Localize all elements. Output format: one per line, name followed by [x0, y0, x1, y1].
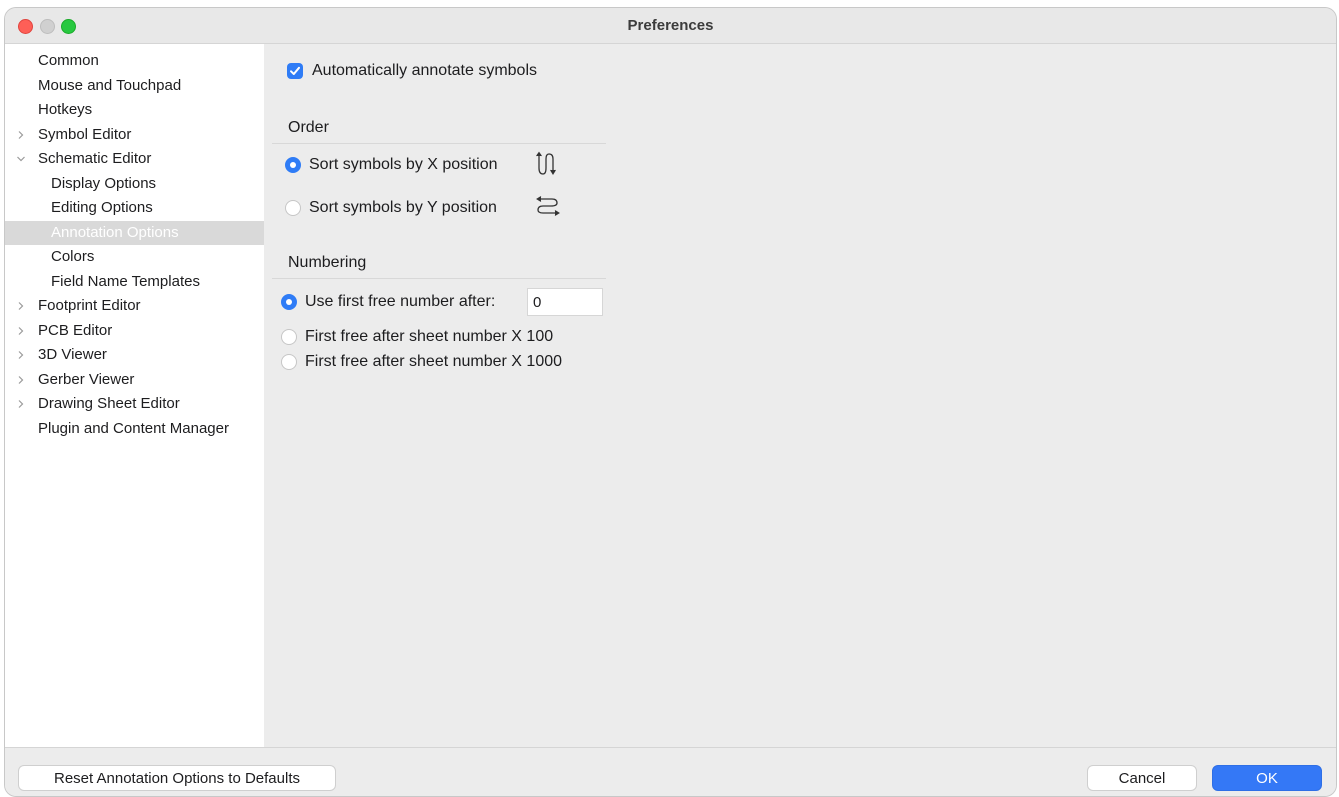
sidebar-item-mouse-and-touchpad[interactable]: Mouse and Touchpad [5, 74, 264, 98]
sheet-x100-label: First free after sheet number X 100 [305, 328, 554, 345]
auto-annotate-checkbox[interactable] [287, 63, 303, 79]
checkmark-icon [290, 66, 300, 75]
sidebar-item-label: Drawing Sheet Editor [38, 395, 180, 412]
order-section-title: Order [288, 119, 329, 136]
auto-annotate-label: Automatically annotate symbols [312, 62, 537, 79]
sidebar-item-drawing-sheet-editor[interactable]: Drawing Sheet Editor [5, 392, 264, 416]
title-bar[interactable]: Preferences [5, 8, 1336, 44]
sidebar-item-label: Schematic Editor [38, 150, 152, 167]
sidebar-item-label: Symbol Editor [38, 125, 132, 143]
sort-by-y-label: Sort symbols by Y position [309, 199, 497, 216]
sidebar-item-field-name-templates[interactable]: Field Name Templates [5, 270, 264, 294]
order-divider [272, 143, 606, 144]
first-free-after-radio[interactable] [281, 294, 297, 310]
reset-defaults-button[interactable]: Reset Annotation Options to Defaults [18, 765, 336, 791]
sidebar-item-colors[interactable]: Colors [5, 245, 264, 269]
sidebar-item-label: Annotation Options [51, 223, 179, 241]
dialog-button-bar: Reset Annotation Options to Defaults Can… [5, 747, 1336, 796]
sort-by-x-label: Sort symbols by X position [309, 156, 498, 173]
first-free-after-label: Use first free number after: [305, 293, 496, 310]
sidebar-item-label: Colors [51, 248, 95, 265]
sidebar-item-label: Display Options [51, 174, 157, 192]
sidebar-item-label: 3D Viewer [38, 346, 107, 363]
sidebar-item-gerber-viewer[interactable]: Gerber Viewer [5, 368, 264, 392]
sidebar-item-label: Footprint Editor [38, 297, 141, 314]
sidebar-item-label: Gerber Viewer [38, 370, 135, 388]
start-number-input[interactable] [527, 288, 603, 316]
sort-y-arrows-icon [536, 196, 560, 216]
ok-button[interactable]: OK [1212, 765, 1322, 791]
sidebar-item-display-options[interactable]: Display Options [5, 172, 264, 196]
sort-by-y-radio[interactable] [285, 200, 301, 216]
sidebar-item-common[interactable]: Common [5, 49, 264, 73]
sort-x-arrows-icon [536, 151, 556, 175]
sidebar-item-pcb-editor[interactable]: PCB Editor [5, 319, 264, 343]
preferences-tree[interactable]: Common Mouse and Touchpad Hotkeys Symbol Ed… [5, 44, 264, 747]
sidebar-item-label: Common [38, 52, 99, 69]
sidebar-item-symbol-editor[interactable]: Symbol Editor [5, 123, 264, 147]
sidebar-item-label: Editing Options [51, 199, 153, 216]
annotation-options-panel: Automatically annotate symbols Order Sor… [264, 44, 1336, 747]
sidebar-item-label: Plugin and Content Manager [38, 419, 229, 437]
numbering-section-title: Numbering [288, 254, 367, 271]
sidebar-item-footprint-editor[interactable]: Footprint Editor [5, 294, 264, 318]
sidebar-item-label: Mouse and Touchpad [38, 76, 182, 94]
sidebar-item-annotation-options[interactable]: Annotation Options [5, 220, 264, 245]
sheet-x1000-label: First free after sheet number X 1000 [305, 353, 563, 370]
sidebar-item-schematic-editor[interactable]: Schematic Editor [5, 147, 264, 171]
sidebar-item-3d-viewer[interactable]: 3D Viewer [5, 343, 264, 367]
window-title: Preferences [627, 17, 714, 34]
sidebar-item-hotkeys[interactable]: Hotkeys [5, 98, 264, 122]
sort-by-x-radio[interactable] [285, 157, 301, 173]
sheet-x100-radio[interactable] [281, 329, 297, 345]
sheet-x1000-radio[interactable] [281, 354, 297, 370]
cancel-button[interactable]: Cancel [1087, 765, 1197, 791]
sidebar-item-label: PCB Editor [38, 321, 113, 339]
preferences-window: Preferences Common Mouse and Touchpad Hotk… [5, 8, 1336, 796]
sidebar-item-plugin-and-content-manager[interactable]: Plugin and Content Manager [5, 417, 264, 441]
numbering-divider [272, 278, 606, 279]
sidebar-item-editing-options[interactable]: Editing Options [5, 196, 264, 220]
sidebar-item-label: Hotkeys [38, 101, 93, 118]
sidebar-item-label: Field Name Templates [51, 272, 200, 290]
